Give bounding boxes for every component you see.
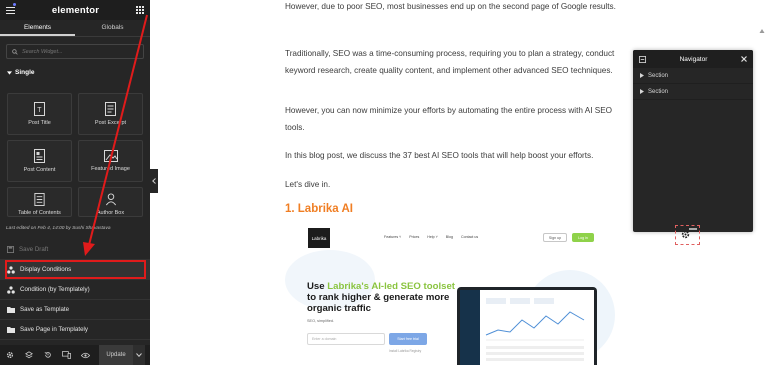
headline-suffix: to rank higher & generate more organic t… — [307, 292, 450, 314]
svg-text:T: T — [37, 107, 42, 114]
nav-item: Contact us — [460, 235, 479, 239]
widget-author-box[interactable]: Author Box — [78, 187, 143, 217]
headline-prefix: Use — [307, 281, 328, 292]
folder-icon — [7, 307, 15, 313]
paragraph-3: However, you can now minimize your effor… — [285, 106, 613, 132]
save-page-templately-item[interactable]: Save Page in Templately — [0, 320, 150, 340]
update-button[interactable]: Update — [99, 345, 133, 365]
labrika-domain-input: Enter a domain — [307, 333, 385, 345]
widget-post-title[interactable]: T Post Title — [7, 93, 72, 135]
annotation-highlight-box — [5, 260, 146, 279]
labrika-signup-button: Sign up — [543, 233, 567, 242]
labrika-subtitle: SEO, simplified. — [307, 319, 335, 323]
widget-table-of-contents[interactable]: Table of Contents — [7, 187, 72, 217]
save-draft-item[interactable]: Save Draft — [0, 240, 150, 260]
search-box — [6, 44, 144, 59]
menu-label: Save as Template — [20, 306, 70, 313]
widgets-grid-icon[interactable] — [136, 6, 144, 14]
history-icon[interactable] — [38, 345, 57, 365]
widget-label: Post Excerpt — [94, 120, 127, 126]
post-content-icon — [34, 149, 45, 163]
folder-icon — [7, 327, 15, 333]
notification-dot — [13, 3, 16, 6]
labrika-screenshot: Labrika Features ˅ Prices Help ˅ Blog Co… — [285, 225, 625, 365]
widget-label: Featured Image — [91, 166, 130, 172]
navigator-header[interactable]: Navigator — [633, 50, 753, 68]
close-icon[interactable] — [741, 56, 747, 62]
update-options-chevron-icon[interactable] — [133, 345, 145, 365]
panel-header: elementor — [0, 0, 150, 20]
caret-right-icon — [640, 89, 644, 94]
preview-eye-icon[interactable] — [76, 345, 95, 365]
widget-featured-image[interactable]: Featured Image — [78, 140, 143, 182]
menu-label: Save Draft — [19, 246, 49, 253]
condition-icon — [7, 285, 15, 294]
post-title-icon: T — [34, 102, 45, 116]
category-label: Single — [15, 69, 35, 76]
paragraph-1: However, due to poor SEO, most businesse… — [285, 2, 616, 11]
nav-item: Help ˅ — [427, 235, 438, 239]
expand-all-icon[interactable] — [639, 55, 646, 63]
navigator-panel: Navigator Section Section — [633, 50, 753, 232]
elementor-panel: elementor Elements Globals Single T Post… — [0, 0, 150, 365]
widget-label: Post Content — [23, 167, 56, 173]
tab-elements[interactable]: Elements — [0, 20, 75, 36]
section-heading: 1. Labrika AI — [285, 203, 353, 215]
paragraph-2: Traditionally, SEO was a time-consuming … — [285, 49, 615, 75]
nav-item: Features ˅ — [384, 235, 402, 239]
menu-label: Condition (by Templately) — [20, 286, 90, 293]
author-box-icon — [105, 193, 116, 206]
scroll-up-arrow-icon[interactable] — [759, 28, 765, 34]
labrika-nav: Features ˅ Prices Help ˅ Blog Contact us — [384, 235, 478, 239]
hamburger-menu-icon[interactable] — [6, 6, 15, 14]
section-label: Section — [648, 72, 669, 79]
responsive-mode-icon[interactable] — [57, 345, 76, 365]
labrika-headline: Use Labrika's AI-led SEO toolset to rank… — [307, 281, 457, 314]
menu-label: Save Page in Templately — [20, 326, 88, 333]
panel-collapse-toggle[interactable] — [150, 169, 158, 193]
layers-icon[interactable] — [19, 345, 38, 365]
gear-icon[interactable] — [681, 230, 690, 239]
category-single[interactable]: Single — [7, 69, 143, 76]
labrika-trial-button: Start free trial — [389, 333, 427, 345]
headline-highlight: Labrika's AI-led SEO toolset — [327, 281, 456, 292]
navigator-title: Navigator — [679, 55, 708, 63]
panel-tabs: Elements Globals — [0, 20, 150, 37]
section-label: Section — [648, 88, 669, 95]
widget-label: Table of Contents — [18, 210, 61, 216]
elementor-logo: elementor — [51, 4, 100, 16]
caret-down-icon — [7, 70, 12, 75]
search-icon — [12, 48, 18, 55]
table-of-contents-icon — [34, 193, 45, 206]
condition-templately-item[interactable]: Condition (by Templately) — [0, 280, 150, 300]
navigator-section-item[interactable]: Section — [633, 84, 753, 100]
search-input[interactable] — [22, 48, 132, 55]
nav-item: Prices — [409, 235, 420, 239]
settings-gear-icon[interactable] — [0, 345, 19, 365]
caret-right-icon — [640, 73, 644, 78]
save-draft-icon — [7, 246, 14, 253]
chevron-left-icon — [152, 178, 156, 184]
featured-image-icon — [103, 150, 118, 162]
last-edited-text: Last edited on Feb 4, 14:00 by Sushi Shr… — [6, 226, 111, 231]
navigator-section-item[interactable]: Section — [633, 68, 753, 84]
tab-globals[interactable]: Globals — [75, 20, 150, 36]
publish-menu: Save Draft Display Conditions Condition … — [0, 240, 150, 340]
paragraph-4: In this blog post, we discuss the 37 bes… — [285, 151, 594, 160]
widget-label: Author Box — [96, 210, 125, 216]
paragraph-5: Let's dive in. — [285, 180, 331, 189]
labrika-note: Install Labrika Registry — [389, 349, 422, 353]
laptop-dashboard-image — [457, 287, 597, 365]
labrika-login-button: Log in — [572, 233, 594, 242]
widget-label: Post Title — [28, 120, 51, 126]
labrika-logo: Labrika — [308, 228, 330, 248]
widget-post-excerpt[interactable]: Post Excerpt — [78, 93, 143, 135]
nav-item: Blog — [445, 235, 453, 239]
post-excerpt-icon — [105, 102, 116, 116]
panel-footer: Update — [0, 345, 150, 365]
widget-grid: T Post Title Post Excerpt Post Content F… — [7, 93, 143, 217]
save-as-template-item[interactable]: Save as Template — [0, 300, 150, 320]
widget-post-content[interactable]: Post Content — [7, 140, 72, 182]
